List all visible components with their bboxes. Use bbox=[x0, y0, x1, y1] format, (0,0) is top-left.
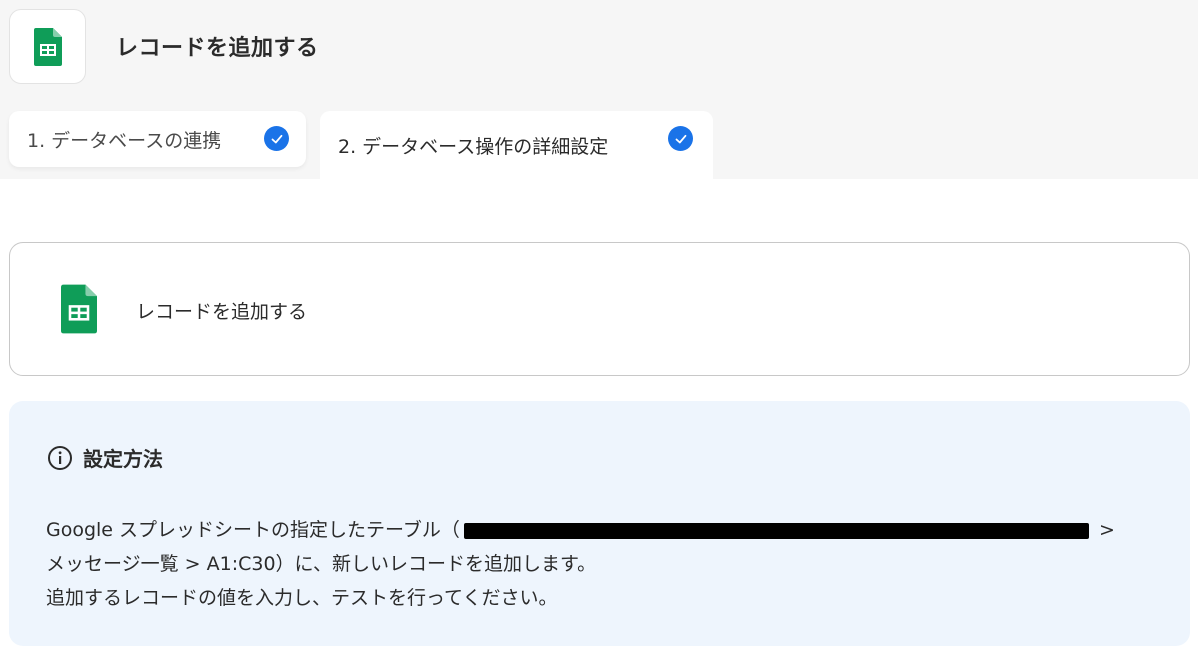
check-icon bbox=[668, 126, 693, 151]
tab-database-connection[interactable]: 1. データベースの連携 bbox=[9, 111, 306, 167]
google-sheets-icon bbox=[33, 27, 62, 66]
info-header: 設定方法 bbox=[47, 443, 163, 472]
info-panel: 設定方法 Google スプレッドシートの指定したテーブル（ > メッセージ一覧… bbox=[9, 401, 1190, 646]
tab-label: 2. データベース操作の詳細設定 bbox=[338, 135, 609, 158]
tab-label: 1. データベースの連携 bbox=[27, 129, 222, 152]
action-card[interactable]: レコードを追加する bbox=[9, 242, 1190, 376]
action-label: レコードを追加する bbox=[136, 301, 308, 323]
check-icon bbox=[264, 126, 289, 151]
info-icon bbox=[48, 445, 72, 470]
google-sheets-icon bbox=[61, 284, 97, 334]
redacted-block bbox=[463, 522, 1089, 539]
info-title: 設定方法 bbox=[83, 447, 163, 471]
tab-database-operation-settings[interactable]: 2. データベース操作の詳細設定 bbox=[320, 111, 713, 179]
info-line-3: 追加するレコードの値を入力し、テストを行ってください。 bbox=[46, 587, 558, 609]
info-description: Google スプレッドシートの指定したテーブル（ > メッセージ一覧 > A1… bbox=[46, 513, 1166, 615]
page-title: レコードを追加する bbox=[116, 36, 319, 61]
app-icon-container bbox=[9, 9, 86, 84]
info-line-1: Google スプレッドシートの指定したテーブル（ > bbox=[46, 519, 1115, 541]
info-line-2: メッセージ一覧 > A1:C30）に、新しいレコードを追加します。 bbox=[46, 553, 597, 575]
